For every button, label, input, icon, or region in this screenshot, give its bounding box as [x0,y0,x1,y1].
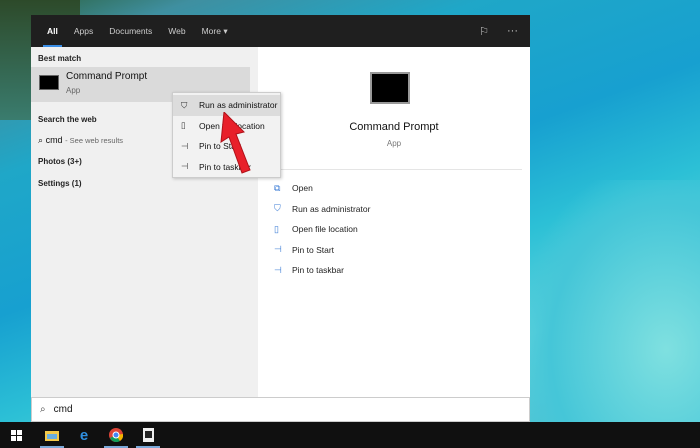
result-title: Command Prompt [66,71,148,82]
action-pin-taskbar[interactable]: ⊣ Pin to taskbar [274,260,370,281]
search-icon: ⌕ [40,404,46,415]
action-label: Pin to taskbar [292,265,344,276]
command-prompt-large-icon [370,72,410,104]
file-location-icon: ▯ [181,120,186,131]
web-query: cmd [45,135,63,145]
open-icon: ⧉ [274,182,281,193]
action-run-as-admin[interactable]: ⛉ Run as administrator [274,199,370,220]
pin-icon: ⊣ [274,264,282,275]
action-label: Open [292,183,313,194]
pin-icon: ⊣ [274,244,282,255]
more-options-icon[interactable]: ··· [507,25,518,37]
action-open[interactable]: ⧉ Open [274,178,370,199]
search-icon: ⌕ [38,135,44,145]
best-match-heading: Best match [38,54,82,63]
preview-subtitle: App [386,139,402,148]
search-input[interactable]: cmd [54,404,73,415]
action-label: Pin to Start [292,244,335,255]
photos-category[interactable]: Photos (3+) [38,157,82,166]
pin-icon: ⊣ [181,140,189,151]
tab-web[interactable]: Web [160,15,193,47]
divider [266,169,522,170]
search-web-heading: Search the web [38,115,97,124]
edge-icon[interactable]: e [68,422,100,448]
file-explorer-icon[interactable] [36,422,68,448]
action-label: Open file location [292,224,358,235]
tab-apps[interactable]: Apps [66,15,101,47]
shield-icon: ⛉ [274,203,281,214]
result-type: App [66,86,81,95]
tab-documents[interactable]: Documents [101,15,160,47]
web-result[interactable]: ⌕ cmd - See web results [38,135,123,146]
settings-category[interactable]: Settings (1) [38,179,82,188]
chrome-icon[interactable] [100,422,132,448]
pin-icon: ⊣ [181,161,189,172]
command-prompt-icon [39,75,59,90]
windows-start-icon[interactable] [0,422,32,448]
menu-label: Run as administrator [199,100,278,111]
tab-more[interactable]: More ▾ [194,15,236,47]
taskbar: e [0,422,700,448]
file-location-icon: ▯ [274,223,279,234]
tab-more-label: More [201,26,221,36]
action-label: Run as administrator [292,203,371,214]
chevron-down-icon: ▾ [223,26,228,36]
action-open-file-location[interactable]: ▯ Open file location [274,219,370,240]
search-box[interactable]: ⌕ cmd [31,397,530,422]
preview-title: Command Prompt [349,121,439,133]
preview-pane: Command Prompt App ⧉ Open ⛉ Run as adminis… [258,47,530,397]
action-pin-start[interactable]: ⊣ Pin to Start [274,240,370,261]
feedback-icon[interactable]: ⚐ [479,25,489,38]
tab-all[interactable]: All [39,15,66,47]
epic-games-icon[interactable] [132,422,164,448]
wallpaper-shoal [530,180,700,422]
web-hint: - See web results [65,136,124,145]
shield-icon: ⛉ [181,99,188,110]
filter-tabs: All Apps Documents Web More ▾ ⚐ ··· [31,15,530,47]
red-arrow-annotation [220,112,251,174]
start-search-panel: All Apps Documents Web More ▾ ⚐ ··· Best … [31,15,530,422]
